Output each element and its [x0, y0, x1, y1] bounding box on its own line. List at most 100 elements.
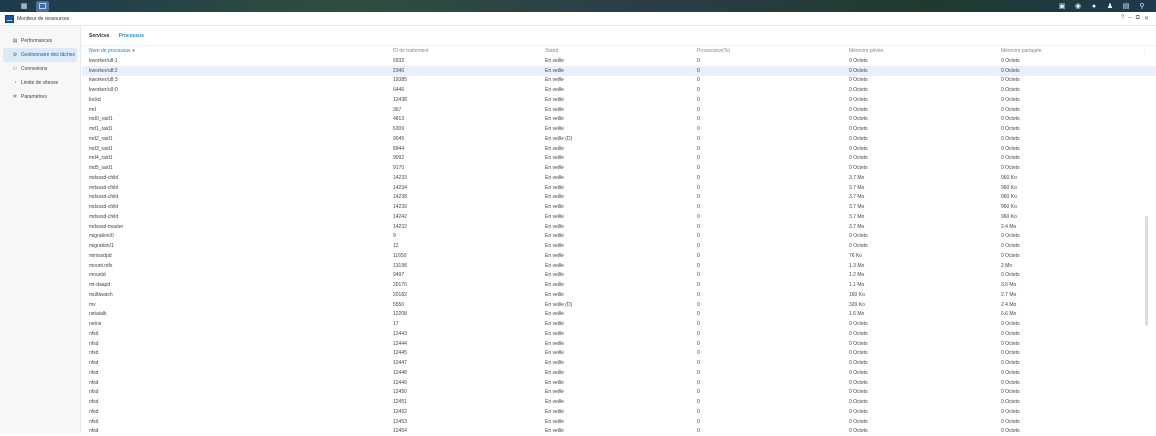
table-row[interactable]: nfsd12448En veille00 Octets0 Octets: [82, 368, 1156, 378]
cell-cpu: 0: [697, 87, 700, 93]
cell-cpu: 0: [697, 321, 700, 327]
sidebar-item-task-manager[interactable]: ⚙ Gestionnaire des tâches: [3, 48, 77, 62]
table-row[interactable]: md2_raid19045En veille (D)00 Octets0 Oct…: [82, 134, 1156, 144]
user-icon[interactable]: ♟: [1104, 0, 1116, 12]
chart-icon: ▤: [11, 38, 19, 44]
cell-shared-memory: 960 Ko: [1001, 214, 1017, 220]
cell-status: En veille: [545, 204, 564, 210]
help-icon[interactable]: ?: [1121, 15, 1124, 22]
table-row[interactable]: kworker/u8:319385En veille00 Octets0 Oct…: [82, 76, 1156, 86]
table-row[interactable]: mdsssd-child14239En veille03.7 Mo960 Ko: [82, 202, 1156, 212]
cell-cpu: 0: [697, 253, 700, 259]
cell-process-name: netatalk: [89, 311, 107, 317]
table-row[interactable]: md0_raid14813En veille00 Octets0 Octets: [82, 115, 1156, 125]
cell-cpu: 0: [697, 311, 700, 317]
table-row[interactable]: lockd12438En veille00 Octets0 Octets: [82, 95, 1156, 105]
cell-pid: 12438: [393, 97, 407, 103]
table-row[interactable]: migration/112En veille00 Octets0 Octets: [82, 241, 1156, 251]
grid-icon[interactable]: ▦: [18, 0, 30, 12]
cell-status: En veille: [545, 428, 564, 434]
table-row[interactable]: kworker/u8:22340En veille00 Octets0 Octe…: [82, 66, 1156, 76]
cell-shared-memory: 3.6 Mo: [1001, 282, 1016, 288]
table-row[interactable]: md5_raid19170En veille00 Octets0 Octets: [82, 163, 1156, 173]
cell-status: En veille: [545, 224, 564, 230]
cell-process-name: lockd: [89, 97, 101, 103]
col-header-pid[interactable]: ID de traitement: [393, 48, 429, 54]
sort-desc-icon: ▾: [132, 48, 135, 54]
scrollbar[interactable]: [1145, 216, 1148, 326]
close-icon[interactable]: ✕: [1144, 15, 1149, 22]
cell-shared-memory: 0 Octets: [1001, 419, 1020, 425]
table-row[interactable]: md4_raid19092En veille00 Octets0 Octets: [82, 154, 1156, 164]
table-row[interactable]: nfsd12454En veille00 Octets0 Octets: [82, 427, 1156, 436]
table-row[interactable]: md367En veille00 Octets0 Octets: [82, 105, 1156, 115]
minimize-icon[interactable]: –: [1128, 15, 1131, 22]
table-row[interactable]: mdsssd-child14242En veille03.7 Mo960 Ko: [82, 212, 1156, 222]
table-row[interactable]: netns17En veille00 Octets0 Octets: [82, 319, 1156, 329]
col-header-process-name[interactable]: Nom de processus ▾: [89, 48, 135, 54]
table-row[interactable]: kworker/u8:16932En veille00 Octets0 Octe…: [82, 56, 1156, 66]
restore-icon[interactable]: ⧉: [1136, 15, 1140, 22]
table-row[interactable]: mountd9497En veille01.2 Mo0 Octets: [82, 271, 1156, 281]
table-row[interactable]: mdsssd-master14232En veille03.7 Mo2.4 Mo: [82, 222, 1156, 232]
search-icon[interactable]: ⚲: [1136, 0, 1148, 12]
table-row[interactable]: nfsd12453En veille00 Octets0 Octets: [82, 417, 1156, 427]
resource-monitor-taskbar-icon[interactable]: [36, 1, 49, 12]
table-row[interactable]: nfsd12445En veille00 Octets0 Octets: [82, 349, 1156, 359]
window-icon[interactable]: ▤: [1120, 0, 1132, 12]
table-row[interactable]: mv5550En veille (D)0320 Ko2.4 Mo: [82, 300, 1156, 310]
table-row[interactable]: mdsssd-child14238En veille03.7 Mo960 Ko: [82, 193, 1156, 203]
table-row[interactable]: multiwatch20182En veille0160 Ko2.7 Mo: [82, 290, 1156, 300]
table-row[interactable]: mt-daapd20170En veille01.1 Mo3.6 Mo: [82, 280, 1156, 290]
tab-services[interactable]: Services: [89, 33, 110, 39]
cell-shared-memory: 0 Octets: [1001, 165, 1020, 171]
table-row[interactable]: kworker/u9:06446En veille00 Octets0 Octe…: [82, 85, 1156, 95]
sidebar-item-settings[interactable]: ✲ Paramètres: [3, 90, 77, 104]
cell-cpu: 0: [697, 77, 700, 83]
cell-shared-memory: 0 Octets: [1001, 68, 1020, 74]
table-row[interactable]: nfsd12443En veille00 Octets0 Octets: [82, 329, 1156, 339]
table-row[interactable]: nfsd12449En veille00 Octets0 Octets: [82, 378, 1156, 388]
table-row[interactable]: md1_raid16309En veille00 Octets0 Octets: [82, 124, 1156, 134]
table-row[interactable]: nfsd12450En veille00 Octets0 Octets: [82, 388, 1156, 398]
sidebar-item-speed-limit[interactable]: ◔ Limite de vitesse: [3, 76, 77, 90]
table-row[interactable]: nfsd12444En veille00 Octets0 Octets: [82, 339, 1156, 349]
sidebar-item-performances[interactable]: ▤ Performances: [3, 34, 77, 48]
cell-shared-memory: 0 Octets: [1001, 331, 1020, 337]
cell-process-name: mv: [89, 302, 96, 308]
table-row[interactable]: mdsssd-child14233En veille03.7 Mo960 Ko: [82, 173, 1156, 183]
col-header-status[interactable]: Statut: [545, 48, 558, 54]
cell-private-memory: 0 Octets: [849, 428, 868, 434]
cell-status: En veille: [545, 272, 564, 278]
table-row[interactable]: netatalk12208En veille01.6 Mo6.6 Mo: [82, 310, 1156, 320]
table-row[interactable]: md3_raid18944En veille00 Octets0 Octets: [82, 144, 1156, 154]
chat-icon[interactable]: ●: [1088, 0, 1100, 12]
cell-private-memory: 1.1 Mo: [849, 282, 864, 288]
col-header-private-memory[interactable]: Mémoire privée: [849, 48, 883, 54]
cell-pid: 12449: [393, 380, 407, 386]
widget-icon[interactable]: ▣: [1056, 0, 1068, 12]
cell-pid: 14238: [393, 194, 407, 200]
sidebar-item-connections[interactable]: ⚇ Connexions: [3, 62, 77, 76]
cell-status: En veille (D): [545, 136, 572, 142]
cell-shared-memory: 2 Mo: [1001, 263, 1012, 269]
table-row[interactable]: mount.ntfs13198En veille01.3 Mo2 Mo: [82, 261, 1156, 271]
cell-pid: 12452: [393, 409, 407, 415]
cell-private-memory: 0 Octets: [849, 409, 868, 415]
table-row[interactable]: minissdpd11650En veille076 Ko0 Octets: [82, 251, 1156, 261]
cell-private-memory: 0 Octets: [849, 97, 868, 103]
cell-process-name: mdsssd-child: [89, 204, 118, 210]
col-header-shared-memory[interactable]: Mémoire partagée: [1001, 48, 1042, 54]
notification-icon[interactable]: ◉: [1072, 0, 1084, 12]
cell-private-memory: 3.7 Mo: [849, 194, 864, 200]
table-row[interactable]: nfsd12452En veille00 Octets0 Octets: [82, 407, 1156, 417]
tab-processes[interactable]: Processus: [119, 33, 144, 39]
table-row[interactable]: nfsd12447En veille00 Octets0 Octets: [82, 358, 1156, 368]
cell-cpu: 0: [697, 370, 700, 376]
cell-private-memory: 0 Octets: [849, 341, 868, 347]
table-row[interactable]: mdsssd-child14234En veille03.7 Mo960 Ko: [82, 183, 1156, 193]
table-row[interactable]: nfsd12451En veille00 Octets0 Octets: [82, 397, 1156, 407]
col-header-cpu[interactable]: Processeur(%): [697, 48, 730, 54]
table-row[interactable]: migration/09En veille00 Octets0 Octets: [82, 232, 1156, 242]
cell-cpu: 0: [697, 419, 700, 425]
